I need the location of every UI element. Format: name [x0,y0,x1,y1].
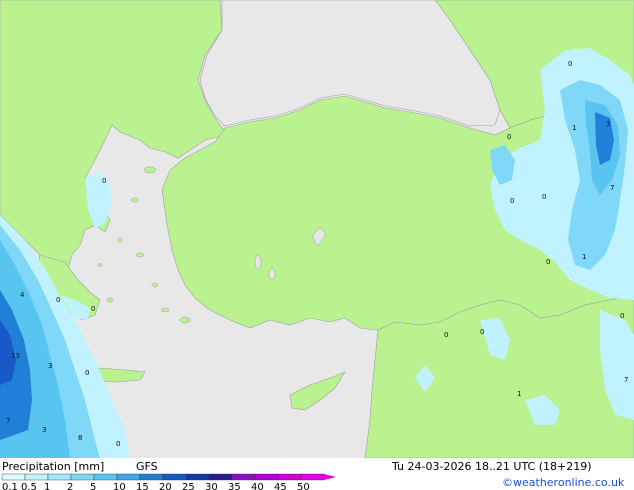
value-label: 1 [582,253,586,261]
legend-title: Precipitation [mm] [2,460,104,473]
value-label: 0 [542,193,546,201]
legend-label: 1 [44,482,50,490]
legend-swatch [139,473,164,481]
value-label: 0 [56,296,60,304]
legend-label: 45 [274,482,287,490]
value-label: 0 [85,369,89,377]
legend-swatch [277,473,302,481]
value-label: 0 [91,305,95,313]
value-label: 0 [510,197,514,205]
value-label: 0 [507,133,511,141]
value-label: 1 [517,390,521,398]
value-label: 0 [444,331,448,339]
credit-text: ©weatheronline.co.uk [502,476,625,489]
value-label: 1 [572,124,576,132]
map-canvas: 0 1 3 7 0 0 0 0 1 0 4 0 0 13 3 0 7 3 8 0… [0,0,634,490]
value-label: 0 [546,258,550,266]
valid-time: Tu 24-03-2026 18..21 UTC (18+219) [391,460,592,473]
legend-label: 40 [251,482,264,490]
value-label: 7 [624,376,628,384]
legend-swatch [93,473,118,481]
legend-swatch [254,473,279,481]
model-name: GFS [136,460,158,473]
legend-swatch [1,473,26,481]
value-label: 0 [102,177,106,185]
legend-label: 20 [159,482,172,490]
legend-swatch [300,473,325,481]
legend-label: 10 [113,482,126,490]
legend-label: 50 [297,482,310,490]
legend-swatch [231,473,256,481]
value-label: 3 [42,426,46,434]
value-label: 0 [568,60,572,68]
legend-swatch [162,473,187,481]
value-label: 0 [480,328,484,336]
value-label: 4 [20,291,25,299]
legend-label: 25 [182,482,195,490]
legend-colorbar [1,473,336,481]
legend-swatch [47,473,72,481]
value-label: 8 [78,434,82,442]
value-label: 7 [6,417,10,425]
value-label: 13 [11,352,20,360]
legend-swatch [185,473,210,481]
value-label: 3 [606,120,610,128]
legend-label: 2 [67,482,73,490]
legend-swatch [70,473,95,481]
legend-label: 0.1 [2,482,18,490]
legend-swatch [24,473,49,481]
legend-swatch [116,473,141,481]
value-label: 7 [610,184,614,192]
legend-label: 5 [90,482,96,490]
legend-label: 0.5 [21,482,37,490]
value-label: 0 [116,440,120,448]
value-label: 0 [620,312,624,320]
legend-label: 35 [228,482,241,490]
legend-swatch [208,473,233,481]
legend-label: 30 [205,482,218,490]
precipitation-map: 0 1 3 7 0 0 0 0 1 0 4 0 0 13 3 0 7 3 8 0… [0,0,634,490]
legend-label: 15 [136,482,149,490]
value-label: 3 [48,362,52,370]
